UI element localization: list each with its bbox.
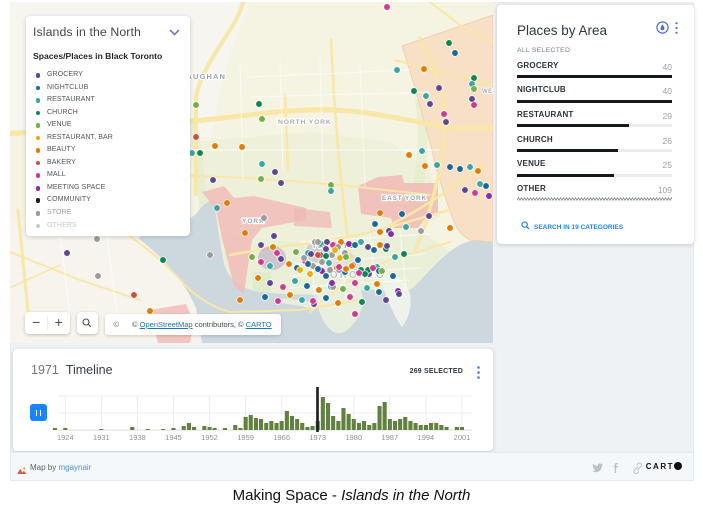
svg-text:1952: 1952 [201,433,218,442]
svg-text:1987: 1987 [381,433,398,442]
svg-text:WEXFORD: WEXFORD [482,89,493,95]
svg-text:1966: 1966 [273,433,290,442]
svg-text:1973: 1973 [309,433,326,442]
svg-text:1931: 1931 [93,433,110,442]
svg-text:2001: 2001 [454,433,471,442]
svg-text:EAST YORK: EAST YORK [382,195,427,202]
svg-text:1938: 1938 [129,433,146,442]
svg-text:1980: 1980 [345,433,362,442]
svg-text:NORTH YORK: NORTH YORK [278,119,332,126]
svg-text:1994: 1994 [418,433,435,442]
svg-text:1945: 1945 [165,433,182,442]
svg-text:1924: 1924 [57,433,74,442]
svg-text:1959: 1959 [237,433,254,442]
